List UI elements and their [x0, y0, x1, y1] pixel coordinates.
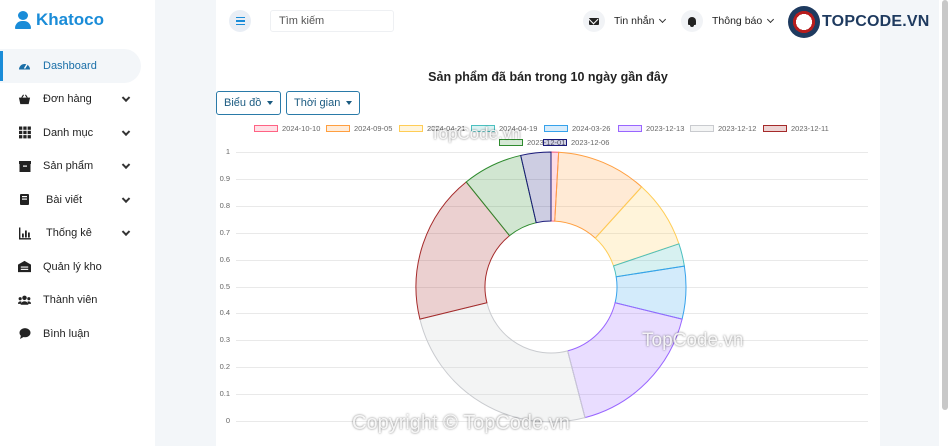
sidebar-item-products[interactable]: Sản phẩm [0, 150, 155, 184]
sidebar: Khatoco Dashboard Đơn hàng Danh mục Sản … [0, 0, 155, 446]
sidebar-item-warehouse[interactable]: Quản lý kho [0, 250, 155, 284]
chevron-down-icon [121, 160, 131, 170]
sidebar-menu: Dashboard Đơn hàng Danh mục Sản phẩm Bài… [0, 49, 155, 351]
doughnut-chart [415, 151, 687, 423]
grid-icon [18, 126, 31, 139]
top-header: Tin nhắn Thông báo [216, 0, 880, 42]
watermark-text: TopCode.vn [642, 330, 744, 351]
sidebar-item-dashboard[interactable]: Dashboard [0, 49, 141, 83]
doughnut-slice[interactable] [567, 302, 683, 419]
chart-card: Sản phẩm đã bán trong 10 ngày gần đây Bi… [216, 42, 880, 446]
envelope-icon [583, 10, 605, 32]
chevron-down-icon [121, 127, 131, 136]
sidebar-item-posts[interactable]: Bài viết [0, 183, 155, 217]
chevron-down-icon [659, 15, 667, 24]
watermark-text: TopCode.vn [430, 124, 521, 143]
messages-label: Tin nhắn [614, 15, 655, 27]
warehouse-icon [18, 260, 31, 273]
doughnut-slice[interactable] [419, 302, 586, 423]
search-input[interactable] [270, 10, 394, 32]
sidebar-item-categories[interactable]: Danh mục [0, 116, 155, 150]
sidebar-item-label: Thành viên [43, 294, 98, 307]
users-icon [18, 294, 31, 307]
sidebar-item-statistics[interactable]: Thống kê [0, 217, 155, 251]
topcode-logo-text: TOPCODE.VN [822, 13, 930, 30]
chevron-down-icon [121, 93, 131, 103]
sidebar-item-comments[interactable]: Bình luận [0, 317, 155, 351]
sidebar-item-label: Bình luận [43, 327, 90, 340]
sidebar-item-label: Thống kê [46, 227, 92, 240]
topcode-logo-icon [788, 6, 820, 38]
sidebar-item-label: Đơn hàng [43, 93, 92, 106]
chevron-down-icon [121, 194, 131, 203]
sidebar-item-label: Quản lý kho [43, 260, 102, 273]
brand-name: Khatoco [36, 10, 104, 29]
chevron-down-icon [767, 15, 775, 24]
chevron-down-icon [121, 227, 131, 237]
brand-logo[interactable]: Khatoco [14, 10, 104, 30]
basket-icon [18, 93, 31, 106]
notifications-button[interactable]: Thông báo [681, 9, 775, 33]
comment-icon [18, 327, 31, 340]
topcode-logo: TOPCODE.VN [788, 6, 930, 38]
gauge-icon [18, 59, 31, 72]
sidebar-item-label: Dashboard [43, 59, 97, 72]
watermark-text: Copyright © TopCode.vn [352, 412, 570, 434]
sidebar-item-label: Danh mục [43, 126, 94, 139]
box-icon [18, 160, 31, 173]
sidebar-item-members[interactable]: Thành viên [0, 284, 155, 318]
sidebar-item-label: Bài viết [46, 193, 83, 206]
sidebar-item-orders[interactable]: Đơn hàng [0, 83, 155, 117]
messages-button[interactable]: Tin nhắn [583, 9, 667, 33]
book-icon [18, 193, 31, 206]
bell-icon [681, 10, 703, 32]
user-icon [14, 11, 32, 29]
chart-icon [18, 227, 31, 240]
sidebar-item-label: Sản phẩm [43, 160, 94, 173]
menu-toggle-icon[interactable] [229, 10, 251, 32]
scrollbar[interactable] [939, 0, 950, 446]
notifications-label: Thông báo [712, 15, 763, 27]
